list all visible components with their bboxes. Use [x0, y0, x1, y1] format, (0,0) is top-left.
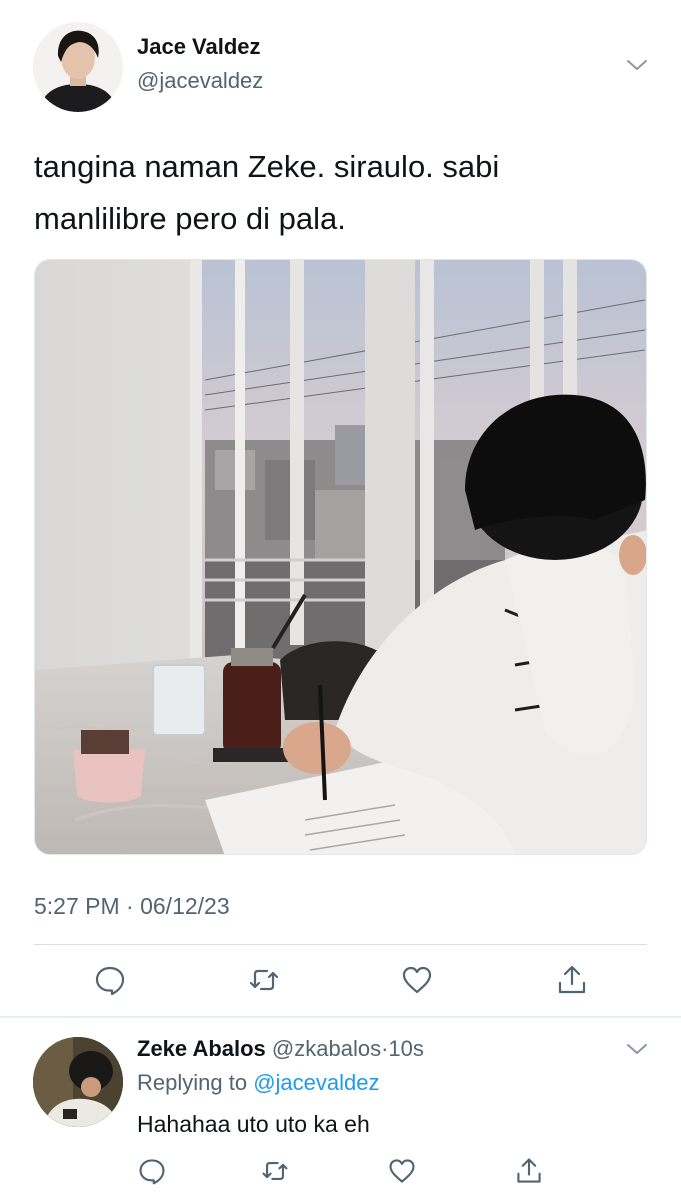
reply-share-button[interactable] [511, 1153, 547, 1189]
reply-button[interactable] [92, 962, 128, 998]
tweet-text: tangina naman Zeke. siraulo. sabi manlil… [34, 141, 634, 245]
divider [34, 944, 647, 945]
tweet-photo[interactable] [34, 259, 647, 855]
tweet-timestamp: 5:27 PM · 06/12/23 [34, 893, 230, 919]
share-upload-icon [558, 965, 586, 994]
reply-author-name[interactable]: Zeke Abalos [137, 1036, 266, 1061]
section-separator [0, 1016, 681, 1018]
heart-icon [402, 966, 432, 994]
replying-to: Replying to @jacevaldez [137, 1070, 380, 1096]
reply-time: 10s [388, 1036, 424, 1061]
retweet-arrows-icon [249, 969, 279, 991]
tweet-thread: Jace Valdez @jacevaldez tangina naman Ze… [0, 0, 681, 1200]
tweet-text-line-1: tangina naman Zeke. siraulo. sabi [34, 149, 500, 184]
reply-header: Zeke Abalos @zkabalos·10s [137, 1036, 424, 1062]
replying-to-label: Replying to [137, 1070, 248, 1095]
speech-bubble-icon [139, 1159, 165, 1185]
author-avatar[interactable] [33, 22, 123, 112]
author-handle[interactable]: @jacevaldez [137, 68, 263, 94]
heart-icon [389, 1159, 415, 1183]
reply-author-handle[interactable]: @zkabalos [272, 1036, 381, 1061]
share-button[interactable] [554, 962, 590, 998]
reply-retweet-button[interactable] [257, 1153, 293, 1189]
retweet-arrows-icon [262, 1162, 288, 1180]
like-button[interactable] [399, 962, 435, 998]
replying-to-mention[interactable]: @jacevaldez [253, 1070, 379, 1095]
reply-reply-button[interactable] [134, 1153, 170, 1189]
reply-text: Hahahaa uto uto ka eh [137, 1111, 370, 1137]
chevron-down-icon[interactable] [624, 52, 650, 78]
speech-bubble-icon [95, 966, 125, 996]
reply-like-button[interactable] [384, 1153, 420, 1189]
main-tweet: Jace Valdez @jacevaldez tangina naman Ze… [0, 0, 681, 1017]
reply-author-avatar[interactable] [33, 1037, 123, 1127]
retweet-button[interactable] [246, 962, 282, 998]
share-upload-icon [517, 1158, 541, 1183]
chevron-down-icon[interactable] [624, 1036, 650, 1062]
tweet-text-line-2: manlilibre pero di pala. [34, 201, 346, 236]
author-name[interactable]: Jace Valdez [137, 34, 261, 60]
